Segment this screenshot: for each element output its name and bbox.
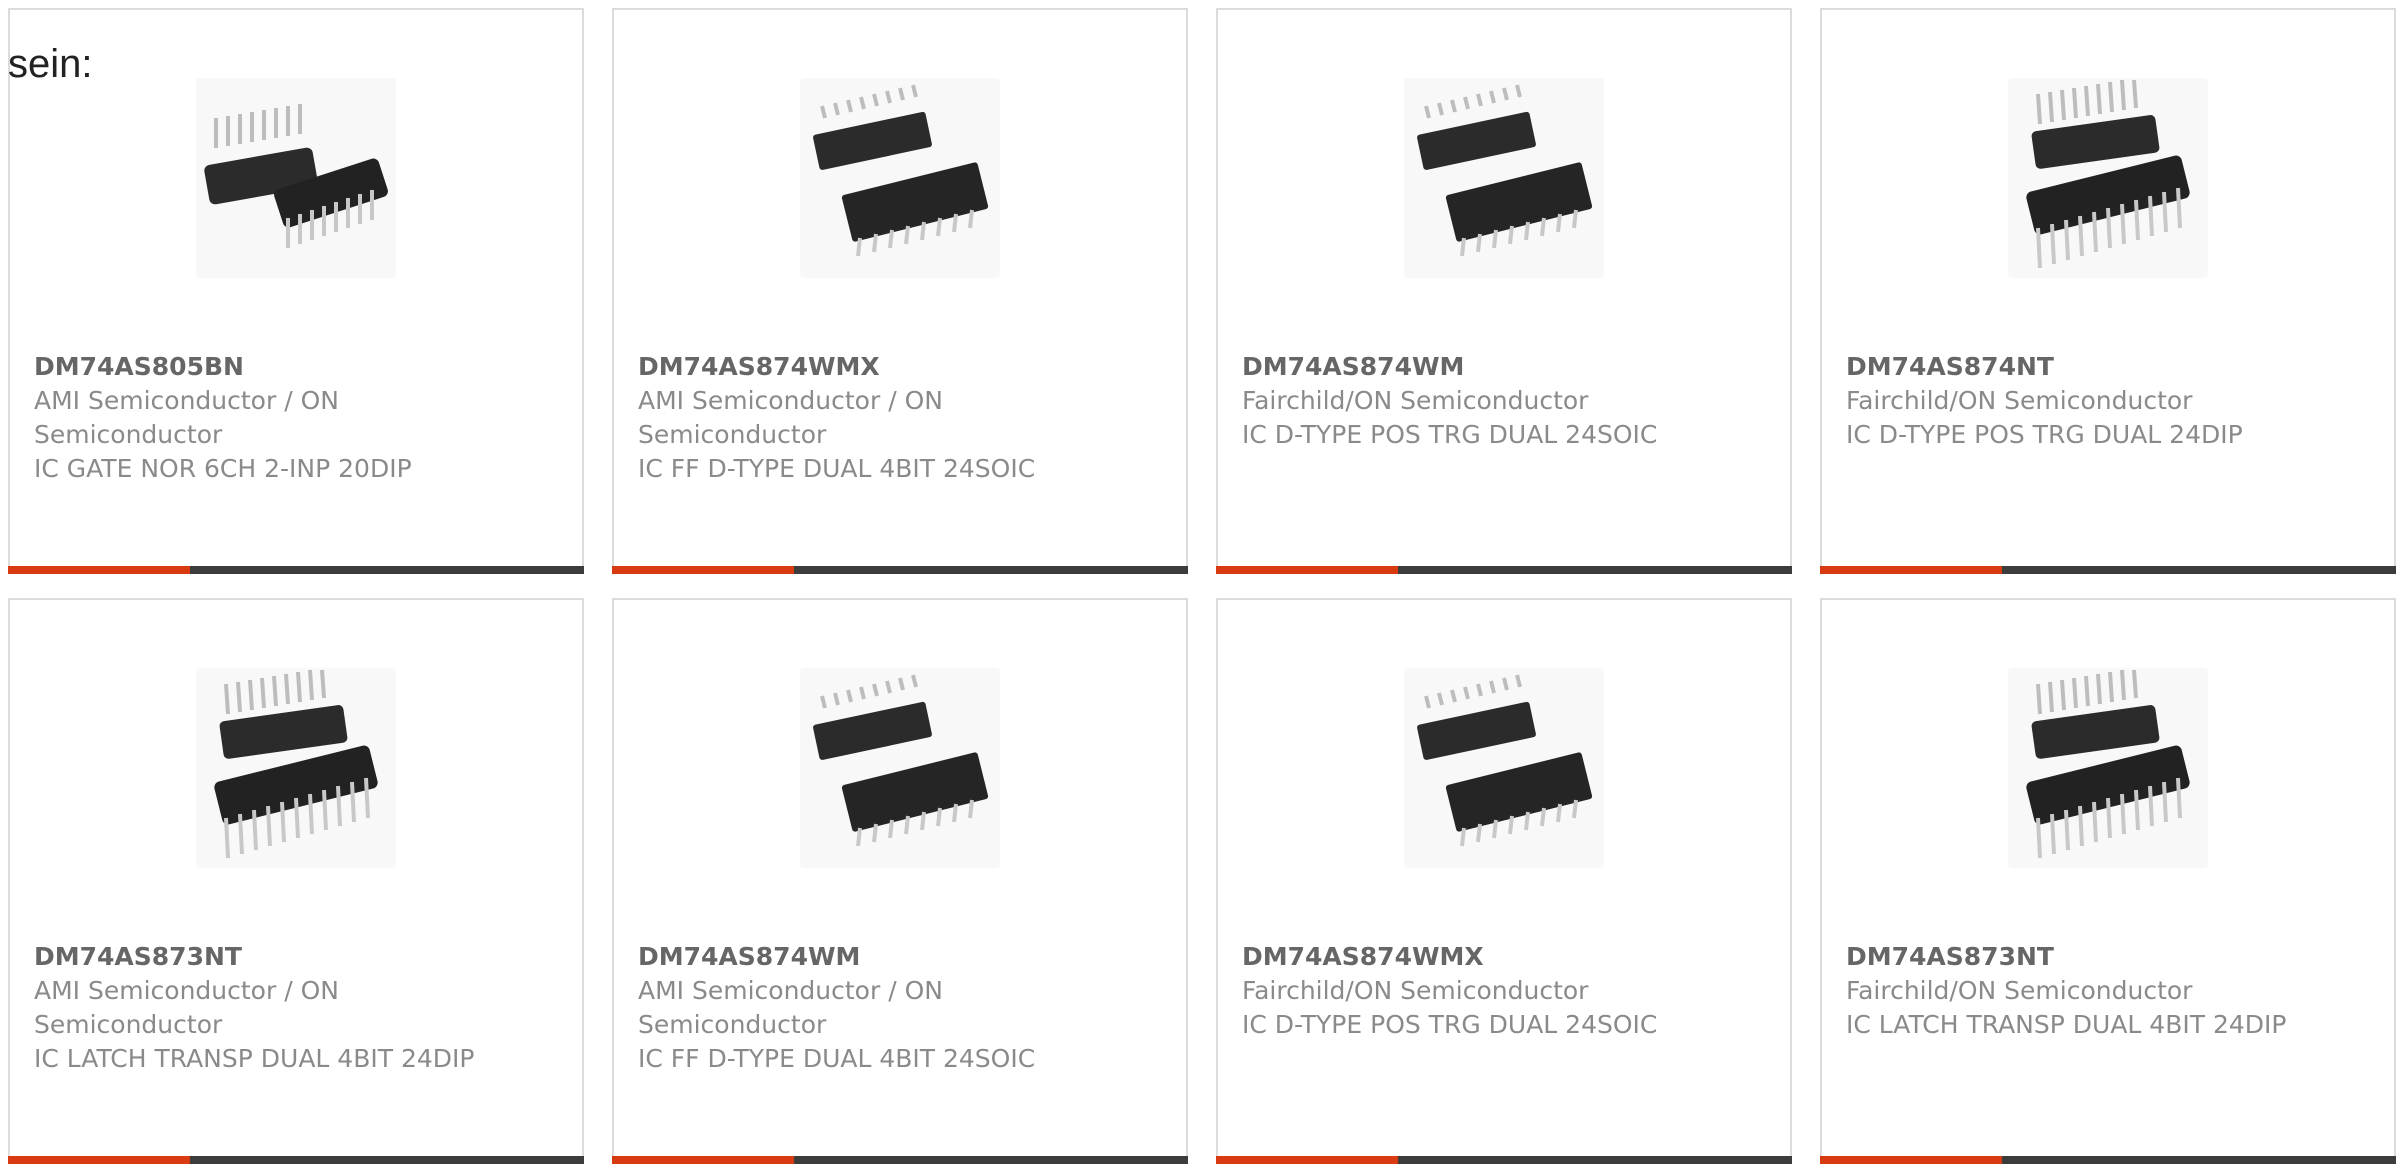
part-number[interactable]: DM74AS873NT (34, 940, 484, 974)
product-card[interactable]: DM74AS873NT AMI Semiconductor / ON Semic… (8, 598, 584, 1164)
description: IC FF D-TYPE DUAL 4BIT 24SOIC (638, 454, 1036, 483)
card-bottom-bar (612, 566, 1188, 574)
card-bottom-bar (1820, 1156, 2396, 1164)
part-number[interactable]: DM74AS874WMX (638, 350, 1088, 384)
card-accent-bar (8, 1156, 190, 1164)
description: IC D-TYPE POS TRG DUAL 24SOIC (1242, 1010, 1658, 1039)
card-bottom-bar (1820, 566, 2396, 574)
manufacturer: AMI Semiconductor / ON Semiconductor (34, 976, 339, 1039)
product-card[interactable]: DM74AS805BN AMI Semiconductor / ON Semic… (8, 8, 584, 574)
manufacturer: Fairchild/ON Semiconductor (1846, 976, 2193, 1005)
card-accent-bar (8, 566, 190, 574)
soic-chip-icon[interactable] (800, 668, 1000, 868)
product-card[interactable]: DM74AS874WMX AMI Semiconductor / ON Semi… (612, 8, 1188, 574)
card-accent-bar (1216, 1156, 1398, 1164)
card-accent-bar (612, 1156, 794, 1164)
card-bottom-bar (8, 1156, 584, 1164)
product-card[interactable]: DM74AS874NT Fairchild/ON Semiconductor I… (1820, 8, 2396, 574)
part-number[interactable]: DM74AS874WM (1242, 350, 1692, 384)
card-accent-bar (1820, 1156, 2002, 1164)
soic-chip-icon[interactable] (800, 78, 1000, 278)
card-bottom-bar (8, 566, 584, 574)
description: IC FF D-TYPE DUAL 4BIT 24SOIC (638, 1044, 1036, 1073)
description: IC GATE NOR 6CH 2-INP 20DIP (34, 454, 412, 483)
part-number[interactable]: DM74AS805BN (34, 350, 484, 384)
dip-chip-icon[interactable] (2008, 78, 2208, 278)
manufacturer: AMI Semiconductor / ON Semiconductor (638, 976, 943, 1039)
manufacturer: AMI Semiconductor / ON Semiconductor (34, 386, 339, 449)
part-number[interactable]: DM74AS874NT (1846, 350, 2296, 384)
card-accent-bar (1820, 566, 2002, 574)
manufacturer: AMI Semiconductor / ON Semiconductor (638, 386, 943, 449)
description: IC D-TYPE POS TRG DUAL 24DIP (1846, 420, 2243, 449)
part-number[interactable]: DM74AS874WM (638, 940, 1088, 974)
card-accent-bar (612, 566, 794, 574)
dip-chip-icon[interactable] (196, 668, 396, 868)
description: IC LATCH TRANSP DUAL 4BIT 24DIP (34, 1044, 475, 1073)
manufacturer: Fairchild/ON Semiconductor (1242, 976, 1589, 1005)
card-bottom-bar (612, 1156, 1188, 1164)
description: IC LATCH TRANSP DUAL 4BIT 24DIP (1846, 1010, 2287, 1039)
lead-text: sein: (8, 42, 93, 86)
soic-chip-icon[interactable] (1404, 78, 1604, 278)
manufacturer: Fairchild/ON Semiconductor (1242, 386, 1589, 415)
manufacturer: Fairchild/ON Semiconductor (1846, 386, 2193, 415)
card-bottom-bar (1216, 1156, 1792, 1164)
dip-chip-icon[interactable] (2008, 668, 2208, 868)
soic-chip-icon[interactable] (1404, 668, 1604, 868)
card-accent-bar (1216, 566, 1398, 574)
product-card[interactable]: DM74AS874WMX Fairchild/ON Semiconductor … (1216, 598, 1792, 1164)
part-number[interactable]: DM74AS873NT (1846, 940, 2296, 974)
product-card[interactable]: DM74AS874WM AMI Semiconductor / ON Semic… (612, 598, 1188, 1164)
part-number[interactable]: DM74AS874WMX (1242, 940, 1692, 974)
description: IC D-TYPE POS TRG DUAL 24SOIC (1242, 420, 1658, 449)
card-bottom-bar (1216, 566, 1792, 574)
product-card[interactable]: DM74AS874WM Fairchild/ON Semiconductor I… (1216, 8, 1792, 574)
dip-chip-icon[interactable] (196, 78, 396, 278)
product-card[interactable]: DM74AS873NT Fairchild/ON Semiconductor I… (1820, 598, 2396, 1164)
